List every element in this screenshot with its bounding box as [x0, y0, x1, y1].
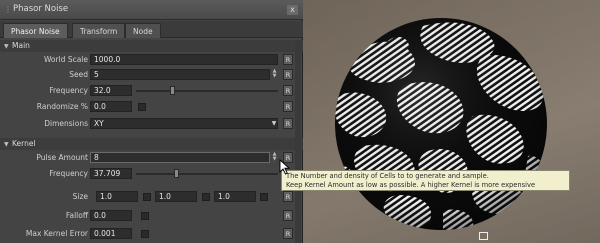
seed-reset-button[interactable]: R	[283, 69, 293, 80]
section-kernel-header[interactable]: ▼ Kernel	[0, 138, 303, 150]
randomize-input[interactable]: 0.0	[90, 101, 132, 112]
randomize-checkbox[interactable]	[138, 103, 146, 111]
section-kernel-title: Kernel	[12, 139, 36, 148]
max-kernel-error-input[interactable]: 0.001	[90, 228, 132, 239]
pulse-amount-spinner-icon[interactable]: ▲ ▼	[271, 152, 278, 163]
tooltip-line-2: Keep Kernel Amount as low as possible. A…	[286, 181, 536, 189]
world-scale-label: World Scale	[43, 55, 88, 64]
frequency-label: Frequency	[49, 86, 88, 95]
size-z-checkbox[interactable]	[260, 193, 268, 201]
dimensions-reset-button[interactable]: R	[283, 118, 293, 129]
size-y-input[interactable]: 1.0	[155, 191, 197, 202]
world-scale-input[interactable]: 1000.0	[90, 54, 278, 65]
world-scale-reset-button[interactable]: R	[283, 54, 293, 65]
size-x-input[interactable]: 1.0	[96, 191, 138, 202]
size-reset-button[interactable]: R	[283, 191, 293, 202]
row-size: Size 1.0 1.0 1.0 R	[0, 189, 303, 205]
randomize-label: Randomize %	[36, 102, 88, 111]
seed-input[interactable]: 5	[90, 69, 270, 80]
seed-spinner-icon[interactable]: ▲ ▼	[271, 69, 278, 80]
kernel-frequency-input[interactable]: 37.709	[90, 168, 132, 179]
size-label: Size	[72, 192, 88, 201]
kernel-frequency-slider-track[interactable]	[136, 173, 278, 175]
falloff-reset-button[interactable]: R	[283, 210, 293, 221]
panel-title: Phasor Noise	[13, 4, 69, 14]
seed-label: Seed	[69, 70, 88, 79]
max-kernel-error-checkbox[interactable]	[141, 230, 149, 238]
pulse-amount-label: Pulse Amount	[36, 153, 88, 162]
phasor-noise-sphere	[335, 18, 547, 230]
row-frequency: Frequency 32.0 R	[0, 83, 303, 99]
tab-node[interactable]: Node	[125, 23, 161, 38]
kernel-frequency-label: Frequency	[49, 169, 88, 178]
row-kernel-frequency: Frequency 37.709	[0, 166, 303, 182]
kernel-frequency-slider-handle[interactable]	[173, 169, 179, 178]
falloff-checkbox[interactable]	[141, 212, 149, 220]
tab-transform[interactable]: Transform	[72, 23, 126, 38]
row-world-scale: World Scale 1000.0 R	[0, 52, 303, 68]
pulse-amount-tooltip: The Number and density of Cells to to ge…	[281, 170, 570, 191]
dimensions-label: Dimensions	[44, 119, 88, 128]
max-kernel-error-label: Max Kernel Error	[25, 229, 88, 238]
frequency-slider-handle[interactable]	[169, 86, 175, 95]
max-kernel-error-reset-button[interactable]: R	[283, 228, 293, 239]
chevron-down-icon[interactable]: ▼	[270, 118, 278, 129]
mouse-cursor-icon	[279, 159, 291, 175]
randomize-reset-button[interactable]: R	[283, 101, 293, 112]
size-y-checkbox[interactable]	[202, 193, 210, 201]
row-dimensions: Dimensions XY ▼ R	[0, 116, 303, 132]
falloff-label: Falloff	[65, 211, 88, 220]
tab-phasor-noise[interactable]: Phasor Noise	[3, 23, 68, 38]
row-seed: Seed 5 ▲ ▼ R	[0, 67, 303, 83]
row-randomize: Randomize % 0.0 R	[0, 99, 303, 115]
panel-scrollbar[interactable]	[295, 40, 301, 243]
row-pulse-amount: Pulse Amount 8 ▲ ▼ R	[0, 150, 303, 166]
frequency-reset-button[interactable]: R	[283, 85, 293, 96]
close-button[interactable]: x	[287, 5, 298, 15]
dimensions-dropdown[interactable]: XY	[90, 118, 278, 129]
section-main-title: Main	[12, 41, 30, 50]
frequency-slider-track[interactable]	[136, 90, 278, 92]
section-main-header[interactable]: ▼ Main	[0, 40, 303, 52]
panel-titlebar[interactable]: ⋮ Phasor Noise x	[0, 0, 303, 20]
falloff-input[interactable]: 0.0	[90, 210, 132, 221]
viewport-marker-icon	[479, 232, 488, 240]
row-max-kernel-error: Max Kernel Error 0.001 R	[0, 226, 303, 242]
size-z-input[interactable]: 1.0	[214, 191, 256, 202]
tab-bar: Phasor Noise Transform Node	[0, 21, 303, 38]
phasor-noise-panel: ⋮ Phasor Noise x Phasor Noise Transform …	[0, 0, 303, 243]
pulse-amount-input[interactable]: 8	[90, 152, 270, 163]
row-falloff: Falloff 0.0 R	[0, 208, 303, 224]
tooltip-line-1: The Number and density of Cells to to ge…	[286, 172, 489, 180]
drag-handle-icon[interactable]: ⋮	[4, 5, 12, 15]
size-x-checkbox[interactable]	[143, 193, 151, 201]
frequency-input[interactable]: 32.0	[90, 85, 132, 96]
